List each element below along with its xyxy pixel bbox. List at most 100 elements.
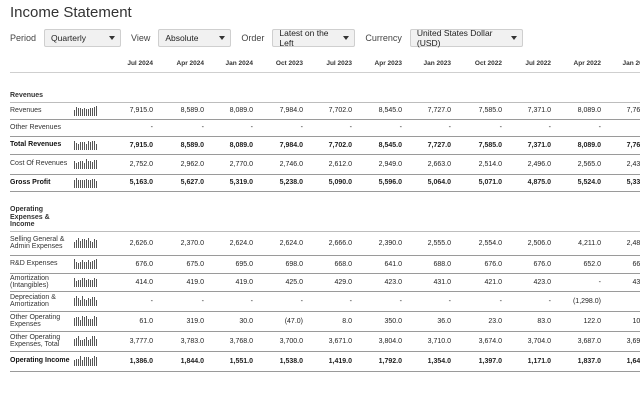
value-cell: 5,090.0 — [306, 174, 355, 192]
chevron-down-icon — [109, 36, 116, 40]
value-cell: (1,298.0) — [554, 291, 604, 312]
sparkline-cell[interactable] — [72, 174, 106, 192]
currency-select[interactable]: United States Dollar (USD) — [409, 28, 523, 48]
value-cell: 1,641.0 — [604, 351, 640, 372]
value-cell: 3,674.0 — [454, 331, 505, 352]
value-cell: - — [554, 119, 604, 137]
table-row: Amortization (Intangibles) 414.0 419.0 419.… — [10, 273, 640, 292]
value-cell: 5,163.0 — [106, 174, 156, 192]
value-cell: - — [405, 291, 454, 312]
value-cell: 698.0 — [256, 255, 306, 274]
value-cell: (47.0) — [256, 311, 306, 332]
table-row: Other Revenues----------- — [10, 119, 640, 137]
view-select-value: Absolute — [165, 33, 199, 43]
sparkline-cell[interactable] — [72, 102, 106, 120]
value-cell: 108.0 — [604, 311, 640, 332]
value-cell: 4,875.0 — [505, 174, 554, 192]
sparkline-cell[interactable] — [72, 331, 106, 352]
value-cell: 5,331.0 — [604, 174, 640, 192]
section-filler — [72, 191, 640, 232]
value-cell: - — [405, 119, 454, 137]
sparkline-cell[interactable] — [72, 273, 106, 292]
value-cell: 668.0 — [306, 255, 355, 274]
value-cell: 2,496.0 — [505, 154, 554, 175]
value-cell: 8,545.0 — [355, 102, 405, 120]
value-cell: - — [505, 119, 554, 137]
value-cell: 652.0 — [554, 255, 604, 274]
section-title: Revenues — [10, 72, 72, 103]
chevron-down-icon — [343, 36, 350, 40]
value-cell: - — [604, 119, 640, 137]
column-header: Oct 2022 — [454, 56, 505, 73]
table-row: Other Operating Expenses, Total 3,777.0 3,… — [10, 331, 640, 352]
sparkline-icon — [74, 238, 106, 248]
value-cell: 2,506.0 — [505, 231, 554, 256]
value-cell: 7,702.0 — [306, 102, 355, 120]
value-cell: - — [454, 291, 505, 312]
column-header-row: Jul 2024 Apr 2024 Jan 2024 Oct 2023 Jul 2023… — [10, 56, 640, 73]
column-header: Jul 2024 — [106, 56, 156, 73]
order-select[interactable]: Latest on the Left — [272, 28, 356, 48]
value-cell: 2,514.0 — [454, 154, 505, 175]
value-cell: - — [355, 291, 405, 312]
value-cell: 423.0 — [505, 273, 554, 292]
currency-label: Currency — [365, 33, 402, 43]
value-cell: 2,370.0 — [156, 231, 207, 256]
value-cell: 5,319.0 — [207, 174, 256, 192]
value-cell: 419.0 — [156, 273, 207, 292]
value-cell: 2,663.0 — [405, 154, 454, 175]
sparkline-cell[interactable] — [72, 231, 106, 256]
sparkline-icon — [74, 316, 106, 326]
value-cell: 2,746.0 — [256, 154, 306, 175]
value-cell: 3,768.0 — [207, 331, 256, 352]
value-cell: 7,585.0 — [454, 102, 505, 120]
value-cell: 3,704.0 — [505, 331, 554, 352]
sparkline-cell[interactable] — [72, 119, 106, 137]
value-cell: 8,089.0 — [207, 136, 256, 155]
column-header: Jul 2022 — [505, 56, 554, 73]
sparkline-cell[interactable] — [72, 311, 106, 332]
section-title: Operating Expenses & Income — [10, 191, 72, 232]
value-cell: - — [554, 273, 604, 292]
value-cell: 4,211.0 — [554, 231, 604, 256]
chevron-down-icon — [219, 36, 226, 40]
sparkline-cell[interactable] — [72, 136, 106, 155]
value-cell: 30.0 — [207, 311, 256, 332]
currency-select-value: United States Dollar (USD) — [416, 28, 493, 48]
row-label: R&D Expenses — [10, 255, 72, 274]
value-cell: 432.0 — [604, 273, 640, 292]
sparkline-icon — [74, 296, 106, 306]
value-cell: 1,171.0 — [505, 351, 554, 372]
sparkline-cell[interactable] — [72, 351, 106, 372]
order-select-value: Latest on the Left — [279, 28, 329, 48]
value-cell: 122.0 — [554, 311, 604, 332]
value-cell: 1,844.0 — [156, 351, 207, 372]
sparkline-cell[interactable] — [72, 255, 106, 274]
view-select[interactable]: Absolute — [158, 29, 232, 47]
period-label: Period — [10, 33, 37, 43]
value-cell: 8,089.0 — [554, 136, 604, 155]
value-cell: 429.0 — [306, 273, 355, 292]
row-label: Total Revenues — [10, 136, 72, 155]
value-cell: - — [306, 291, 355, 312]
sparkline-cell[interactable] — [72, 154, 106, 175]
section-filler — [72, 72, 640, 103]
sparkline-cell[interactable] — [72, 291, 106, 312]
value-cell: 7,984.0 — [256, 102, 306, 120]
value-cell: 676.0 — [106, 255, 156, 274]
row-label: Other Operating Expenses, Total — [10, 331, 72, 352]
value-cell: 3,671.0 — [306, 331, 355, 352]
value-cell: - — [505, 291, 554, 312]
order-label: Order — [241, 33, 265, 43]
value-cell: 431.0 — [405, 273, 454, 292]
table-row: Revenues 7,915.0 8,589.0 8,089.0 7,984.0 7,70… — [10, 102, 640, 120]
value-cell: 695.0 — [207, 255, 256, 274]
column-header: Apr 2022 — [554, 56, 604, 73]
period-select[interactable]: Quarterly — [44, 29, 122, 47]
value-cell: 36.0 — [405, 311, 454, 332]
column-header: Jan 2023 — [405, 56, 454, 73]
page-title: Income Statement — [10, 4, 132, 21]
row-label: Selling General & Admin Expenses — [10, 231, 72, 256]
value-cell: - — [604, 291, 640, 312]
value-cell: - — [106, 119, 156, 137]
